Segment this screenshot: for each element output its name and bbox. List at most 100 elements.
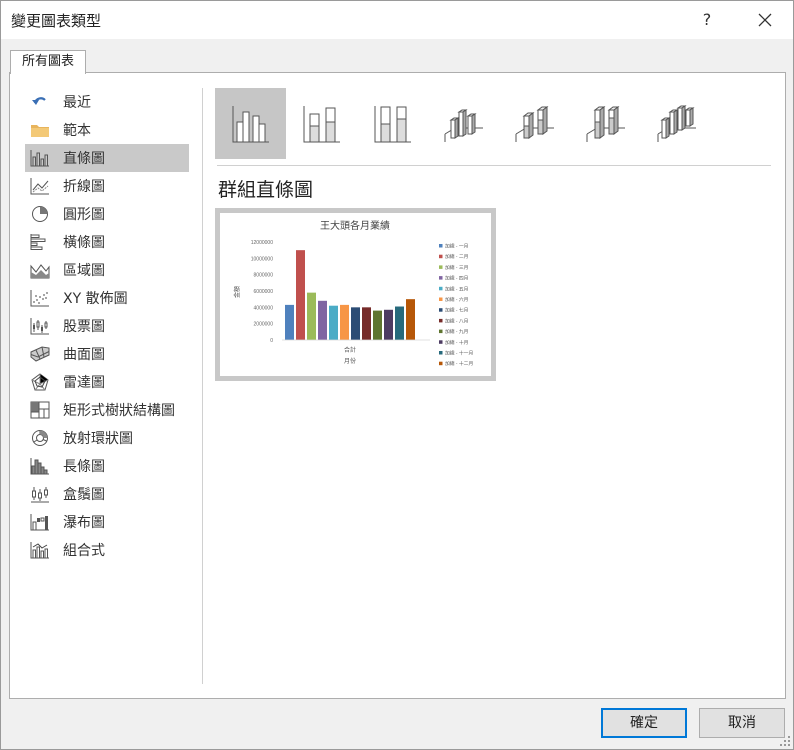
legend-label: 加總 - 十月 <box>445 339 468 346</box>
subtype-100-stacked-column[interactable] <box>357 88 428 159</box>
sidebar-item-sunburst[interactable]: 放射環狀圖 <box>25 424 189 452</box>
subtype-3d-100-stacked-column[interactable] <box>570 88 641 159</box>
3d-column-icon <box>657 104 696 142</box>
legend-label: 加總 - 四月 <box>445 275 468 282</box>
histogram-chart-icon <box>29 456 51 476</box>
y-tick-label: 12000000 <box>251 240 273 246</box>
sidebar-item-label: 最近 <box>63 95 91 111</box>
resize-grip-icon[interactable] <box>780 736 790 746</box>
sidebar-item-label: 折線圖 <box>63 179 105 195</box>
sidebar-item-label: 組合式 <box>63 543 105 559</box>
y-tick-label: 0 <box>270 338 273 344</box>
sidebar-item-label: XY 散佈圖 <box>63 291 128 307</box>
100-stacked-column-icon <box>374 105 411 142</box>
chart-bar <box>373 310 382 340</box>
chart-bar <box>329 305 338 340</box>
sidebar-item-recent[interactable]: 最近 <box>25 88 189 116</box>
chart-category-list: 最近 範本 直條圖 折線圖 圓形圖 橫條圖 區域圖 XY 散佈圖 股票圖 曲面圖… <box>25 88 189 564</box>
legend-swatch <box>439 361 443 366</box>
legend-swatch <box>439 340 443 344</box>
legend-swatch <box>439 318 443 323</box>
sidebar-item-histogram[interactable]: 長條圖 <box>25 452 189 480</box>
legend-swatch <box>439 297 443 301</box>
change-chart-type-dialog: 變更圖表類型 ? 所有圖表 最近 範本 直條圖 折線圖 圓形圖 橫條圖 區域圖 … <box>0 0 794 750</box>
chart-bar <box>351 307 360 340</box>
tab-all-charts[interactable]: 所有圖表 <box>10 50 86 74</box>
sidebar-item-templates[interactable]: 範本 <box>25 116 189 144</box>
close-button[interactable] <box>743 5 787 35</box>
chart-bar <box>307 292 316 340</box>
sidebar-item-area[interactable]: 區域圖 <box>25 256 189 284</box>
sidebar-item-surface[interactable]: 曲面圖 <box>25 340 189 368</box>
legend-swatch <box>439 286 443 291</box>
pie-chart-icon <box>29 204 51 224</box>
legend-swatch <box>439 308 443 312</box>
sidebar-item-stock[interactable]: 股票圖 <box>25 312 189 340</box>
sidebar-item-treemap[interactable]: 矩形式樹狀結構圖 <box>25 396 189 424</box>
folder-icon <box>29 120 51 140</box>
stacked-column-icon <box>303 105 340 142</box>
sidebar-item-radar[interactable]: 雷達圖 <box>25 368 189 396</box>
legend-label: 加總 - 八月 <box>445 317 468 324</box>
clustered-column-icon <box>232 105 269 142</box>
title-bar: 變更圖表類型 ? <box>1 1 793 39</box>
sidebar-item-column[interactable]: 直條圖 <box>25 144 189 172</box>
chart-subtype-title: 群組直條圖 <box>218 179 314 201</box>
sidebar-item-label: 雷達圖 <box>63 375 105 391</box>
3d-clustered-column-icon <box>444 108 483 142</box>
recent-icon <box>29 92 51 112</box>
help-button[interactable]: ? <box>687 5 727 35</box>
subtype-3d-column[interactable] <box>641 88 712 159</box>
cancel-button[interactable]: 取消 <box>699 708 785 738</box>
line-chart-icon <box>29 176 51 196</box>
chart-bar <box>384 309 393 340</box>
subtype-stacked-column[interactable] <box>286 88 357 159</box>
dialog-title: 變更圖表類型 <box>11 12 102 30</box>
chart-subtype-gallery <box>215 88 712 160</box>
legend-label: 加總 - 一月 <box>445 243 468 250</box>
waterfall-chart-icon <box>29 512 51 532</box>
chart-bar <box>296 250 305 340</box>
subtype-3d-stacked-column[interactable] <box>499 88 570 159</box>
chart-bar <box>395 306 404 340</box>
sidebar-item-waterfall[interactable]: 瀑布圖 <box>25 508 189 536</box>
y-tick-label: 4000000 <box>254 305 274 311</box>
sidebar-item-bar[interactable]: 橫條圖 <box>25 228 189 256</box>
area-chart-icon <box>29 260 51 280</box>
sidebar-item-line[interactable]: 折線圖 <box>25 172 189 200</box>
legend-label: 加總 - 三月 <box>445 264 468 271</box>
sidebar-item-combo[interactable]: 組合式 <box>25 536 189 564</box>
y-tick-label: 2000000 <box>254 322 274 328</box>
subtype-3d-clustered-column[interactable] <box>428 88 499 159</box>
y-tick-label: 6000000 <box>254 289 274 295</box>
sidebar-item-label: 股票圖 <box>63 319 105 335</box>
chart-type-panel: 最近 範本 直條圖 折線圖 圓形圖 橫條圖 區域圖 XY 散佈圖 股票圖 曲面圖… <box>9 72 786 699</box>
chart-bar <box>406 299 415 340</box>
sidebar-item-scatter[interactable]: XY 散佈圖 <box>25 284 189 312</box>
sidebar-item-label: 長條圖 <box>63 459 105 475</box>
3d-100-stacked-column-icon <box>586 105 625 142</box>
chart-bar <box>318 300 327 340</box>
chart-bar <box>340 304 349 340</box>
treemap-chart-icon <box>29 400 51 420</box>
stock-chart-icon <box>29 316 51 336</box>
ok-button[interactable]: 確定 <box>601 708 687 738</box>
sidebar-item-label: 放射環狀圖 <box>63 431 133 447</box>
y-tick-label: 10000000 <box>251 256 273 262</box>
subtype-clustered-column[interactable] <box>215 88 286 159</box>
legend-label: 加總 - 二月 <box>445 253 468 260</box>
radar-chart-icon <box>29 372 51 392</box>
legend-swatch <box>439 329 443 334</box>
3d-stacked-column-icon <box>515 105 554 142</box>
sidebar-item-label: 區域圖 <box>63 263 105 279</box>
sidebar-item-box-whisker[interactable]: 盒鬚圖 <box>25 480 189 508</box>
sidebar-item-pie[interactable]: 圓形圖 <box>25 200 189 228</box>
sidebar-item-label: 矩形式樹狀結構圖 <box>63 403 175 419</box>
column-chart-icon <box>29 148 51 168</box>
sidebar-item-label: 圓形圖 <box>63 207 105 223</box>
legend-swatch <box>439 265 443 269</box>
sidebar-divider <box>202 88 203 684</box>
chart-preview[interactable]: 王大頭各月業績 12000000 10000000 8000000 6000000 40… <box>215 208 496 381</box>
sidebar-item-label: 曲面圖 <box>63 347 105 363</box>
legend-swatch <box>439 244 443 248</box>
